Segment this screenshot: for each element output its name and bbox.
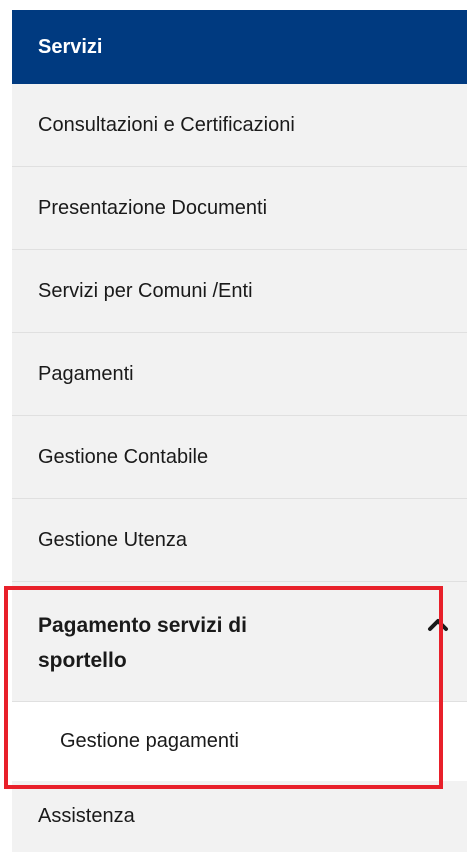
menu-item-label: Consultazioni e Certificazioni [38,113,295,136]
menu-item-label: Servizi per Comuni /Enti [38,279,253,302]
menu-item-pagamenti[interactable]: Pagamenti [12,333,467,416]
menu-item-servizi-comuni-enti[interactable]: Servizi per Comuni /Enti [12,250,467,333]
menu-item-gestione-contabile[interactable]: Gestione Contabile [12,416,467,499]
menu-item-presentazione-documenti[interactable]: Presentazione Documenti [12,167,467,250]
submenu-item-label: Gestione pagamenti [60,730,240,752]
services-menu: Servizi Consultazioni e Certificazioni P… [12,10,467,852]
menu-item-label: Gestione Utenza [38,528,187,551]
menu-item-assistenza[interactable]: Assistenza [12,781,467,852]
menu-header-title: Servizi [38,35,103,58]
menu-item-consultazioni[interactable]: Consultazioni e Certificazioni [12,84,467,167]
menu-item-label: Gestione Contabile [38,445,209,468]
menu-header: Servizi [12,10,467,84]
menu-item-label: Pagamenti [38,362,134,385]
menu-group-pagamento-servizi-sportello: Pagamento servizi di sportello Gestione … [12,582,467,781]
menu-group-toggle[interactable]: Pagamento servizi di sportello [12,582,467,702]
menu-item-gestione-utenza[interactable]: Gestione Utenza [12,499,467,582]
chevron-up-icon[interactable] [427,614,449,636]
menu-item-label: Assistenza [38,805,135,827]
menu-group-title: Pagamento servizi di sportello [38,614,247,672]
menu-item-label: Presentazione Documenti [38,196,268,219]
submenu-item-gestione-pagamenti[interactable]: Gestione pagamenti [12,702,467,781]
